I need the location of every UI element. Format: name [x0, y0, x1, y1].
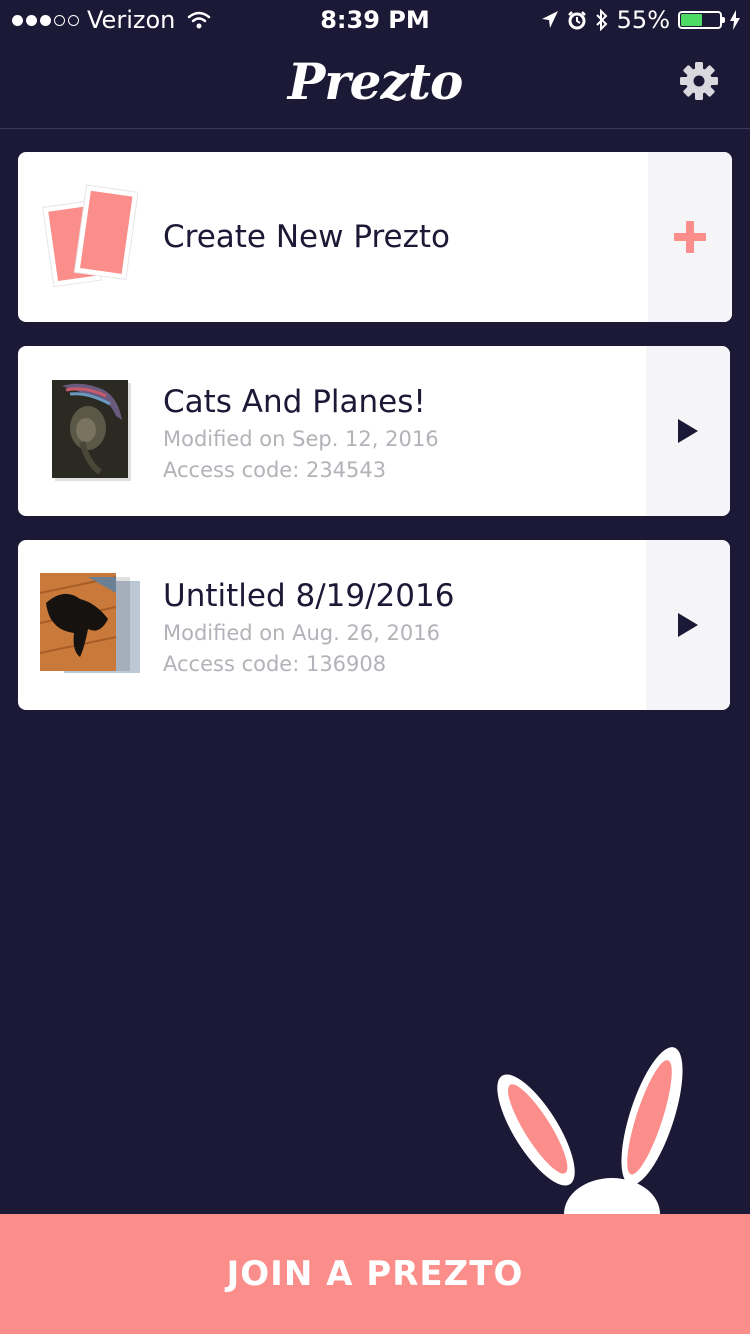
gear-icon[interactable]	[679, 61, 719, 101]
battery-icon	[678, 11, 725, 29]
play-icon[interactable]	[676, 417, 700, 445]
status-right: 55%	[541, 6, 740, 34]
alarm-clock-icon	[567, 11, 586, 30]
battery-level	[681, 14, 702, 26]
plus-icon[interactable]	[672, 219, 708, 255]
join-prezto-button[interactable]: JOIN A PREZTO	[0, 1214, 750, 1334]
battery-percent: 55%	[616, 6, 670, 34]
presentation-thumbnail	[52, 380, 131, 481]
presentation-card[interactable]: Untitled 8/19/2016 Modified on Aug. 26, …	[18, 540, 730, 710]
presentation-modified-date: Modified on Aug. 26, 2016	[163, 621, 440, 645]
nav-bar: Prezto	[0, 40, 750, 129]
status-bar: Verizon 8:39 PM 55%	[0, 0, 750, 40]
location-arrow-icon	[541, 11, 558, 28]
prezto-logo: Prezto	[287, 52, 464, 111]
play-action-area[interactable]	[646, 346, 730, 516]
play-icon[interactable]	[676, 611, 700, 639]
create-new-prezto-card[interactable]: Create New Prezto	[18, 152, 732, 322]
new-deck-icon	[42, 184, 138, 288]
create-action-area[interactable]	[648, 152, 732, 322]
presentation-title: Untitled 8/19/2016	[163, 578, 455, 614]
charging-bolt-icon	[730, 10, 740, 30]
bunny-mascot	[497, 1047, 683, 1216]
play-action-area[interactable]	[646, 540, 730, 710]
presentation-access-code: Access code: 136908	[163, 652, 387, 676]
presentation-card[interactable]: Cats And Planes! Modified on Sep. 12, 20…	[18, 346, 730, 516]
bluetooth-icon	[595, 9, 608, 31]
presentation-title: Cats And Planes!	[163, 384, 426, 420]
presentation-modified-date: Modified on Sep. 12, 2016	[163, 427, 439, 451]
presentation-thumbnail	[40, 573, 140, 673]
presentation-access-code: Access code: 234543	[163, 458, 387, 482]
create-new-prezto-label: Create New Prezto	[163, 219, 451, 255]
